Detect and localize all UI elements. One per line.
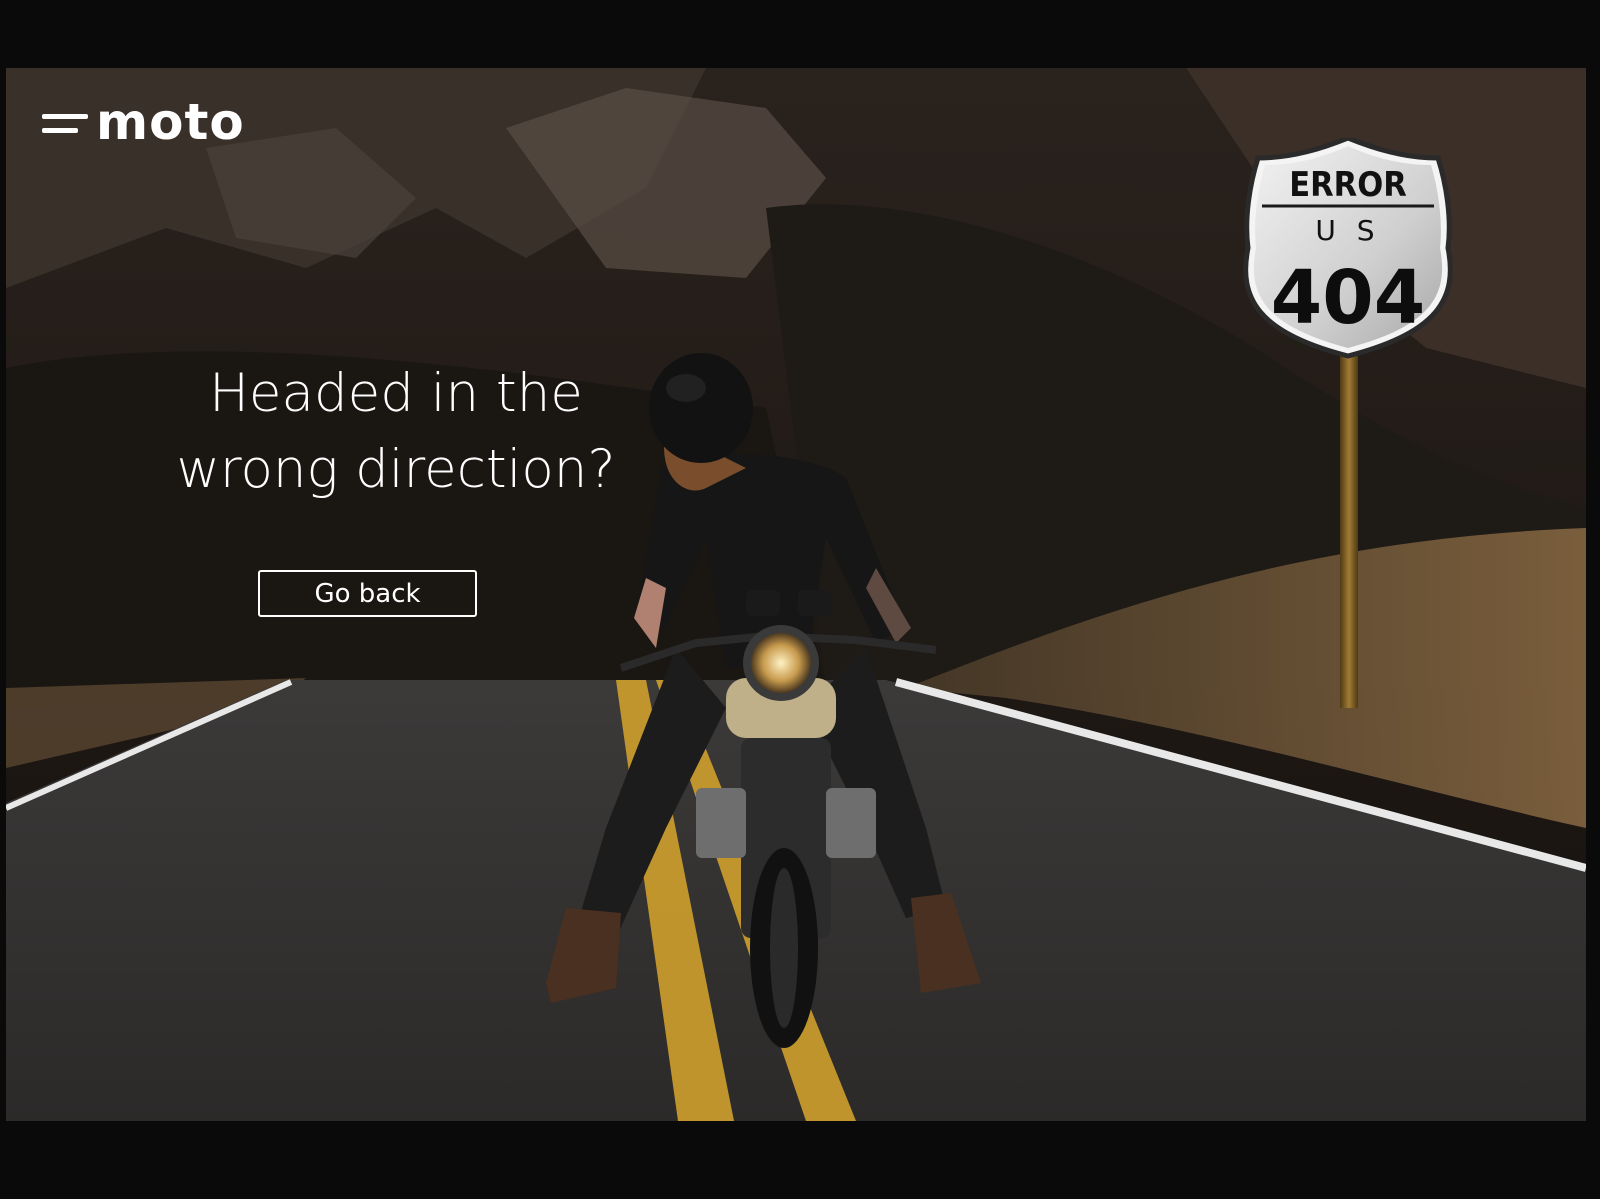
headline-line-2: wrong direction?	[176, 439, 616, 500]
page-title: Headed in the wrong direction?	[156, 356, 636, 508]
sign-top-text: ERROR	[1289, 165, 1407, 205]
sign-post	[1340, 338, 1358, 708]
go-back-button[interactable]: Go back	[258, 570, 477, 617]
brand-name: moto	[96, 93, 245, 151]
route-404-sign: ERROR U S 404	[1243, 138, 1453, 708]
headline-line-1: Headed in the	[209, 363, 583, 424]
menu-lines-icon	[42, 114, 90, 140]
sign-code-text: 404	[1271, 255, 1425, 341]
brand-logo[interactable]: moto	[42, 93, 245, 151]
sign-middle-text: U S	[1315, 214, 1380, 247]
hero-section: ERROR U S 404 moto Headed in the wrong d…	[6, 68, 1586, 1121]
